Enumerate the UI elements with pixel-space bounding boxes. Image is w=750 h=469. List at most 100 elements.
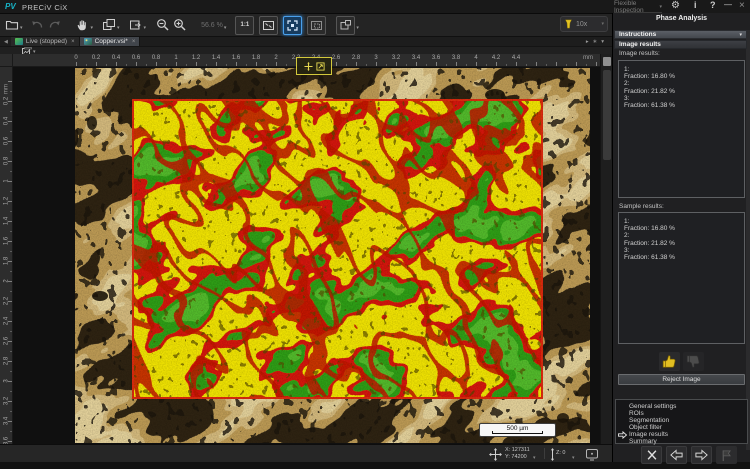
ruler-mark xyxy=(286,64,287,66)
tab-scroll-left-icon[interactable]: ◀ xyxy=(4,39,8,45)
ruler-mark: 2.8 xyxy=(4,355,10,368)
copy-layer-button[interactable] xyxy=(102,16,116,34)
chevron-down-icon[interactable]: ▾ xyxy=(224,25,227,31)
zoom-to-fit-button[interactable] xyxy=(283,16,302,35)
ruler-mark xyxy=(176,62,177,66)
image-viewport[interactable]: 500 µm xyxy=(13,67,600,444)
ruler-mark xyxy=(336,62,337,66)
cancel-wizard-button[interactable] xyxy=(641,446,662,464)
ruler-mark: 3 xyxy=(4,375,10,388)
actual-size-button[interactable]: 1:1 xyxy=(235,16,254,35)
vertical-scrollbar[interactable] xyxy=(600,54,612,444)
next-step-button[interactable] xyxy=(691,446,712,464)
stage-coordinates[interactable]: X: 127311 Y: 74200 xyxy=(505,447,530,460)
reject-image-button[interactable]: Reject Image xyxy=(618,374,745,385)
ruler-mark: 3.8 xyxy=(452,55,460,61)
ruler-mark xyxy=(376,62,377,66)
wizard-step-item[interactable]: ROIs xyxy=(616,410,747,417)
sample-results-label: Sample results: xyxy=(619,203,664,210)
chevron-down-icon[interactable]: ▾ xyxy=(533,455,536,461)
chevron-down-icon: ▾ xyxy=(601,21,604,27)
objective-selector[interactable]: 10x ▾ xyxy=(560,16,608,32)
ruler-mark xyxy=(116,62,117,66)
stage-x-value: X: 127311 xyxy=(505,447,530,454)
fit-to-window-button[interactable] xyxy=(259,16,278,35)
stage-z-value[interactable]: Z: 0 xyxy=(556,450,565,456)
zoom-in-button[interactable] xyxy=(173,16,187,34)
reject-image-icon-button[interactable] xyxy=(683,352,704,371)
stage-move-icon xyxy=(489,448,502,461)
wizard-step-label: Object filter xyxy=(629,424,662,431)
ruler-mark: 3 xyxy=(374,55,377,61)
tab-list-icon[interactable]: ▾ xyxy=(601,39,604,45)
zoom-in-icon xyxy=(173,18,187,32)
chevron-down-icon[interactable]: ▾ xyxy=(91,25,94,31)
settings-gear-icon[interactable]: ⚙ xyxy=(671,0,680,11)
zoom-percentage-value[interactable]: 56.6 % xyxy=(201,22,223,29)
ruler-mark xyxy=(10,231,12,232)
instructions-header[interactable]: Instructions ▾ xyxy=(614,30,747,39)
chevron-down-icon[interactable]: ▾ xyxy=(144,25,147,31)
chevron-down-icon[interactable]: ▾ xyxy=(117,25,120,31)
ruler-corner xyxy=(0,54,13,67)
ruler-mark xyxy=(406,64,407,66)
scrollbar-thumb[interactable] xyxy=(603,70,611,160)
ruler-mark xyxy=(466,64,467,66)
finish-wizard-button[interactable] xyxy=(716,446,737,464)
wizard-step-item[interactable]: Segmentation xyxy=(616,417,747,424)
status-bar: X: 127311 Y: 74200 ▾ Z: 0 ▾ xyxy=(0,444,612,462)
zoom-out-button[interactable] xyxy=(156,16,170,34)
chevron-down-icon[interactable]: ▾ xyxy=(20,25,23,31)
ruler-mark: 0.4 xyxy=(112,55,120,61)
ruler-mark: 1.2 xyxy=(4,195,10,208)
tab-copper[interactable]: Copper.vsi* × xyxy=(80,37,141,46)
wizard-steps-list: General settings ROIs Segmentation Objec… xyxy=(615,399,748,444)
accept-image-button[interactable] xyxy=(659,352,680,371)
ruler-mark xyxy=(496,62,497,66)
chevron-down-icon[interactable]: ▾ xyxy=(572,455,575,461)
ruler-mark: 2.4 xyxy=(4,315,10,328)
fit-window-icon xyxy=(262,19,275,32)
wizard-step-item[interactable]: Image results xyxy=(616,431,747,438)
display-info-icon[interactable] xyxy=(585,448,599,461)
ruler-mark: 1.6 xyxy=(4,235,10,248)
tab-play-icon[interactable]: ▸ xyxy=(586,39,589,45)
close-tab-icon[interactable]: × xyxy=(132,39,136,45)
close-icon[interactable]: × xyxy=(739,0,745,11)
result-line: 3: xyxy=(624,95,744,102)
help-icon[interactable]: ? xyxy=(710,0,716,10)
region-view-button[interactable] xyxy=(307,16,326,35)
previous-step-button[interactable] xyxy=(666,446,687,464)
ruler-mark xyxy=(10,251,12,252)
info-icon[interactable]: i xyxy=(694,0,697,10)
workflow-selector-dropdown[interactable]: Flexible Inspection ▾ xyxy=(614,2,662,13)
paste-layer-button[interactable] xyxy=(129,16,143,34)
one-to-one-icon: 1:1 xyxy=(241,22,250,28)
redo-button[interactable] xyxy=(48,16,62,34)
ruler-mark xyxy=(146,64,147,66)
chevron-down-icon[interactable]: ▾ xyxy=(356,25,359,31)
wizard-step-item[interactable]: Summary xyxy=(616,438,747,445)
wizard-step-item[interactable]: General settings xyxy=(616,403,747,410)
phase-analysis-panel: Phase Analysis Instructions ▾ Image resu… xyxy=(612,13,750,462)
specimen-image[interactable]: 500 µm xyxy=(75,68,590,443)
ruler-mark xyxy=(446,64,447,66)
tab-options-icon[interactable]: ∗ xyxy=(593,39,598,45)
ruler-mark: 4.4 xyxy=(512,55,520,61)
roi-handle-toolbar[interactable] xyxy=(296,57,332,75)
ruler-mark xyxy=(136,62,137,66)
close-tab-icon[interactable]: × xyxy=(71,39,75,45)
roi-tool-button[interactable] xyxy=(336,16,355,35)
result-line: 2: xyxy=(624,232,744,239)
ruler-mark: 1 xyxy=(174,55,177,61)
panel-scrollbar[interactable] xyxy=(746,30,750,450)
open-image-button[interactable] xyxy=(5,16,19,34)
undo-button[interactable] xyxy=(30,16,44,34)
pan-tool-button[interactable] xyxy=(76,16,90,34)
ruler-mark xyxy=(526,64,527,66)
wizard-step-item[interactable]: Object filter xyxy=(616,424,747,431)
scrollbar-button[interactable] xyxy=(603,57,611,66)
minimize-icon[interactable]: — xyxy=(724,0,732,9)
ruler-mark xyxy=(386,64,387,66)
ruler-mark xyxy=(586,64,587,66)
